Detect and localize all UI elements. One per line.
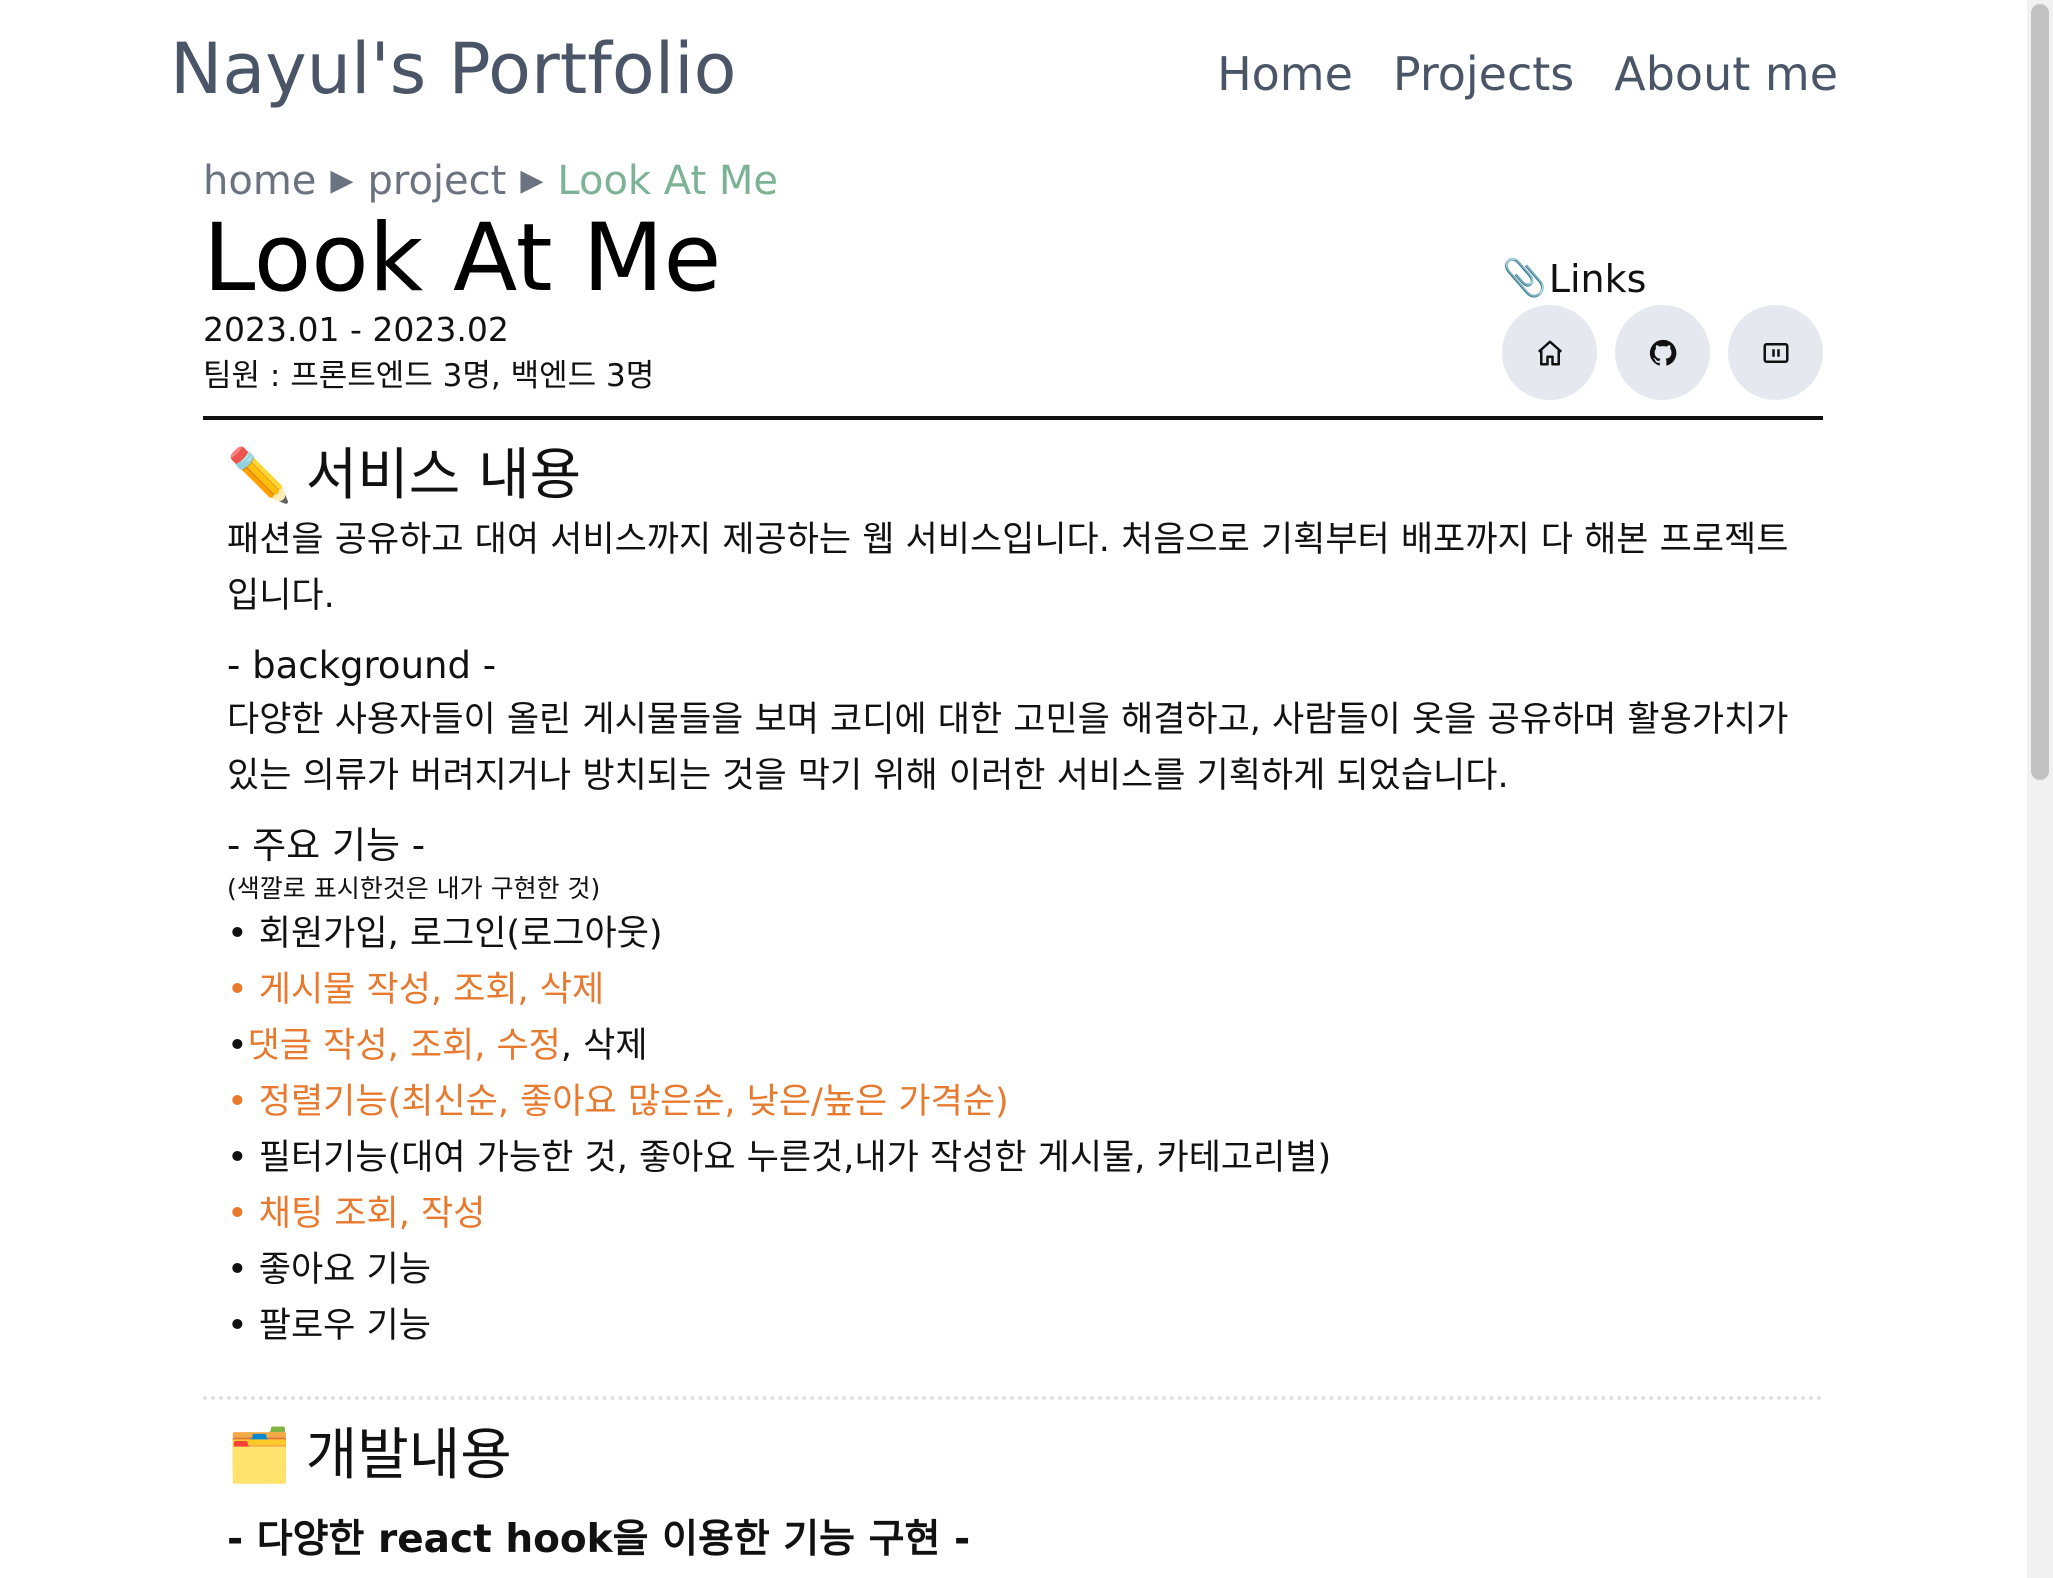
development-title: 🗂️ 개발내용 [227,1420,1807,1492]
link-buttons [1502,305,1823,400]
scrollbar-thumb[interactable] [2031,4,2049,780]
github-icon [1649,339,1676,366]
home-icon [1537,340,1562,365]
scrollbar[interactable] [2027,0,2053,1578]
list-item: • 회원가입, 로그인(로그아웃) [227,906,1807,962]
presentation-link-button[interactable] [1728,305,1823,400]
list-item: • 좋아요 기능 [227,1242,1807,1298]
header-divider [203,416,1823,420]
feature-highlight: 게시물 작성, 조회, 삭제 [258,970,605,1010]
breadcrumb: home ▶ project ▶ Look At Me [203,153,778,209]
page-title: Look At Me [203,204,722,313]
breadcrumb-project[interactable]: project [367,153,506,209]
feature-text: 좋아요 기능 [258,1250,431,1290]
breadcrumb-current: Look At Me [557,158,778,204]
bullet: • [227,1138,259,1178]
feature-text: 팔로우 기능 [258,1306,431,1346]
main-nav: Home Projects About me [1217,44,1838,104]
links-label: Links [1548,257,1647,301]
service-title: ✏️ 서비스 내용 [227,440,1807,512]
features-note: (색깔로 표시한것은 내가 구현한 것) [227,874,601,903]
feature-text: 필터기능(대여 가능한 것, 좋아요 누른것,내가 작성한 게시물, 카테고리별… [258,1138,1332,1178]
paperclip-icon: 📎 [1502,258,1547,299]
nav-about-me[interactable]: About me [1614,44,1838,104]
links-heading: 📎 Links [1502,254,1646,304]
project-period: 2023.01 - 2023.02 [203,310,509,349]
section-divider [203,1396,1823,1400]
development-section: 🗂️ 개발내용 - 다양한 react hook을 이용한 기능 구현 - [227,1420,1807,1568]
list-item: • 채팅 조회, 작성 [227,1186,1807,1242]
feature-text: 회원가입, 로그인(로그아웃) [258,914,663,954]
breadcrumb-separator-icon: ▶ [520,163,544,198]
feature-highlight: 채팅 조회, 작성 [258,1194,486,1234]
breadcrumb-home[interactable]: home [203,153,316,209]
bullet: • [227,1194,259,1234]
pencil-icon: ✏️ [227,446,292,506]
project-team: 팀원 : 프론트엔드 3명, 백엔드 3명 [203,358,655,394]
background-heading: - background - [227,644,497,687]
bullet: • [227,1026,248,1066]
service-intro: 패션을 공유하고 대여 서비스까지 제공하는 웹 서비스입니다. 처음으로 기획… [227,520,1789,616]
bullet: • [227,1082,259,1122]
background-text: 다양한 사용자들이 올린 게시물들을 보며 코디에 대한 고민을 해결하고, 사… [227,700,1789,796]
breadcrumb-separator-icon: ▶ [330,163,354,198]
list-item: • 팔로우 기능 [227,1298,1807,1354]
development-subheading: - 다양한 react hook을 이용한 기능 구현 - [227,1517,971,1562]
site-title[interactable]: Nayul's Portfolio [170,24,736,114]
folder-icon: 🗂️ [227,1426,292,1486]
development-title-text: 개발내용 [305,1423,512,1488]
feature-highlight: 댓글 작성, 조회, 수정 [247,1026,561,1066]
features-heading: - 주요 기능 - [227,824,426,867]
list-item: •댓글 작성, 조회, 수정, 삭제 [227,1018,1807,1074]
presentation-icon [1763,342,1788,363]
github-link-button[interactable] [1615,305,1710,400]
bullet: • [227,970,259,1010]
service-title-text: 서비스 내용 [305,443,582,508]
home-link-button[interactable] [1502,305,1597,400]
bullet: • [227,1250,259,1290]
feature-highlight: 정렬기능(최신순, 좋아요 많은순, 낮은/높은 가격순) [258,1082,1009,1122]
nav-home[interactable]: Home [1217,44,1353,104]
feature-text: , 삭제 [560,1026,648,1066]
bullet: • [227,1306,259,1346]
service-section: ✏️ 서비스 내용 패션을 공유하고 대여 서비스까지 제공하는 웹 서비스입니… [227,440,1807,1354]
bullet: • [227,914,259,954]
nav-projects[interactable]: Projects [1393,44,1574,104]
list-item: • 필터기능(대여 가능한 것, 좋아요 누른것,내가 작성한 게시물, 카테고… [227,1130,1807,1186]
list-item: • 정렬기능(최신순, 좋아요 많은순, 낮은/높은 가격순) [227,1074,1807,1130]
list-item: • 게시물 작성, 조회, 삭제 [227,962,1807,1018]
